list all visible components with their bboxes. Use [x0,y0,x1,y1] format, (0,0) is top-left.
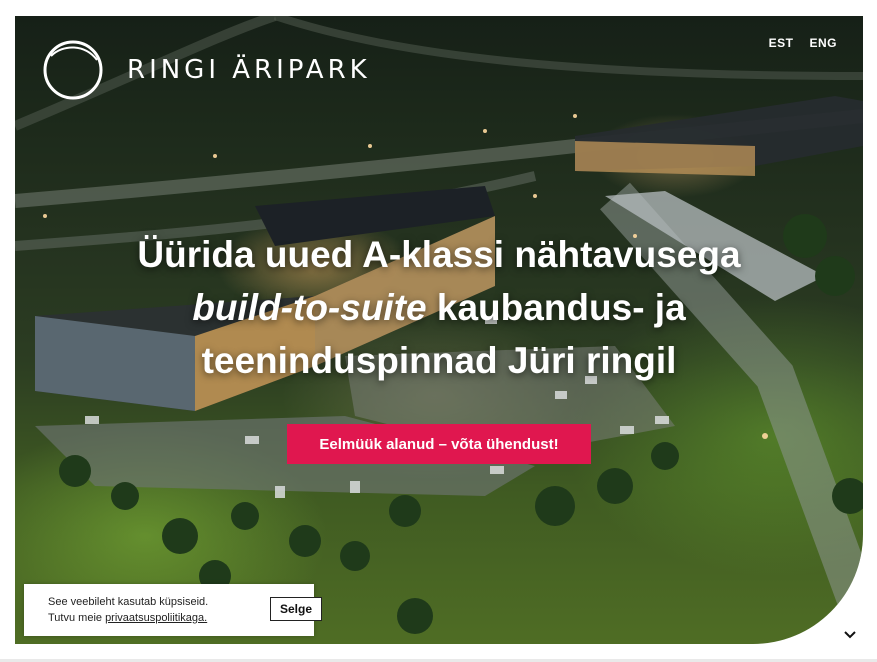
cookie-accept-button[interactable]: Selge [270,597,322,621]
privacy-policy-link[interactable]: privaatsuspoliitikaga. [105,612,207,624]
ring-logo-icon [43,40,103,100]
cookie-notice: See veebileht kasutab küpsiseid. Tutvu m… [24,584,322,636]
headline-line-3: teeninduspinnad Jüri ringil [201,340,677,381]
cookie-notice-text: See veebileht kasutab küpsiseid. Tutvu m… [48,594,208,626]
language-est-link[interactable]: EST [769,36,794,50]
headline-line-2-rest: kaubandus- ja [426,287,686,328]
headline-italic-term: build-to-suite [192,287,427,328]
cookie-notice-line-2-prefix: Tutvu meie [48,612,106,624]
brand-logo[interactable]: RINGI ÄRIPARK [41,38,371,102]
hero-headline: Üürida uued A-klassi nähtavusega build-t… [15,228,863,387]
contact-cta-button[interactable]: Eelmüük alanud – võta ühendust! [287,424,591,464]
cookie-notice-line-1: See veebileht kasutab küpsiseid. [48,596,209,608]
language-eng-link[interactable]: ENG [809,36,837,50]
headline-line-1: Üürida uued A-klassi nähtavusega [137,234,741,275]
hero-banner: RINGI ÄRIPARK EST ENG Üürida uued A-klas… [15,16,863,644]
chevron-down-icon[interactable] [843,628,857,642]
language-switcher: EST ENG [769,36,837,50]
brand-name: RINGI ÄRIPARK [127,55,371,85]
